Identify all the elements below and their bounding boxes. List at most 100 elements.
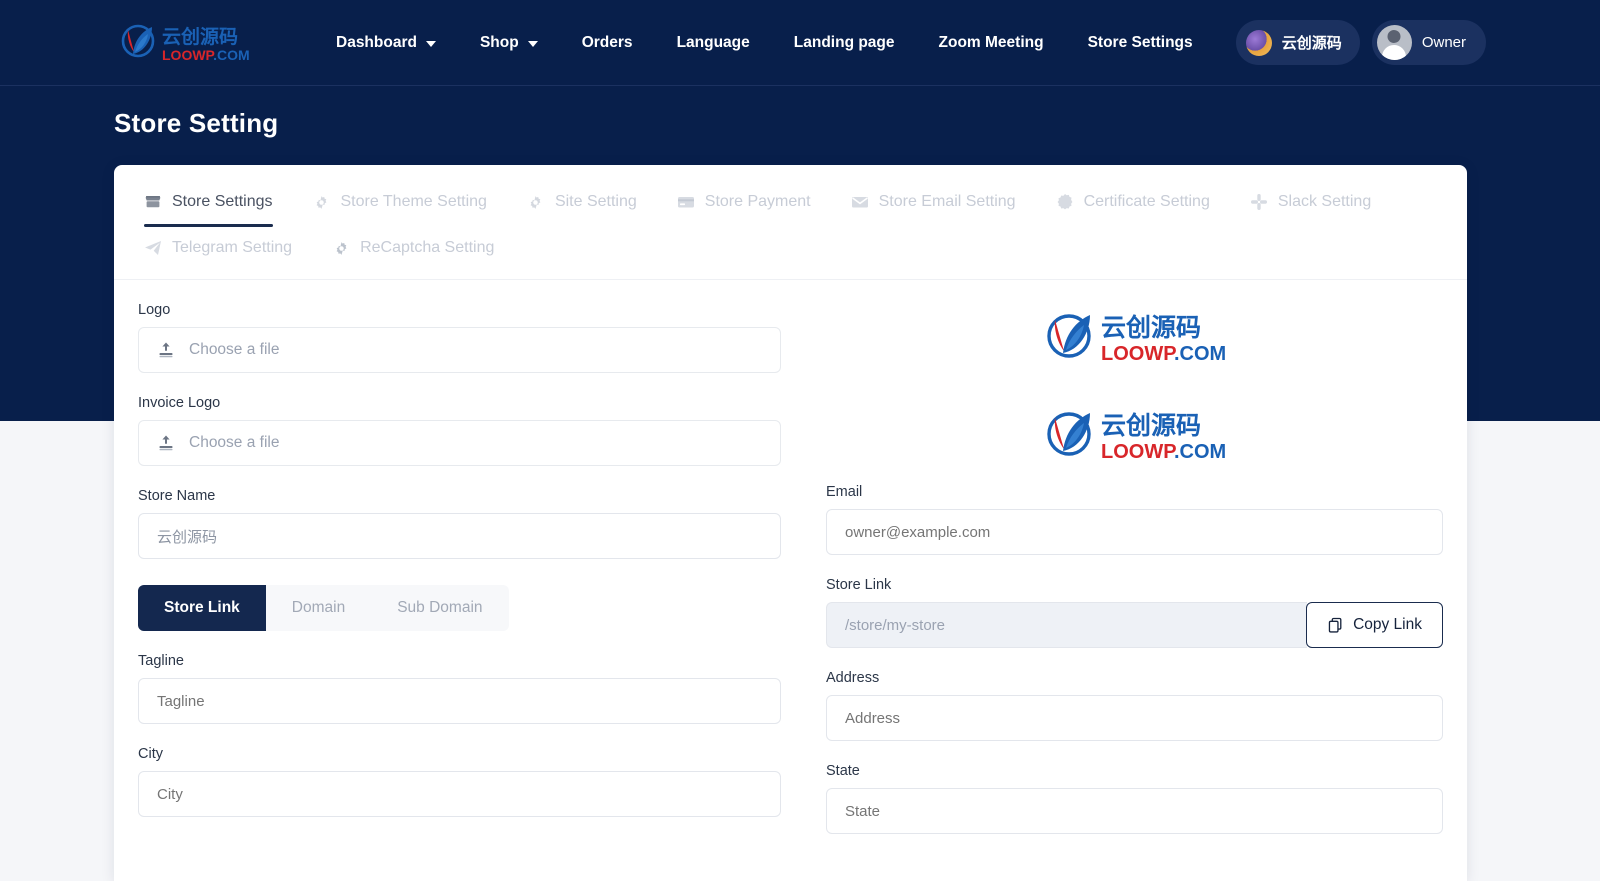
user-menu-label: Owner [1421,34,1466,51]
copy-icon [1328,617,1342,633]
card-icon [677,193,695,211]
svg-text:LOOWP.COM: LOOWP.COM [1101,441,1226,463]
tab-label: ReCaptcha Setting [360,239,495,256]
logo-file-placeholder: Choose a file [189,341,280,358]
svg-text:云创源码: 云创源码 [1101,313,1201,342]
state-input[interactable] [826,788,1443,834]
settings-card: Store Settings Store Theme Setting Site … [114,165,1467,881]
tab-slack-setting[interactable]: Slack Setting [1236,181,1385,227]
tabs-row-1: Store Settings Store Theme Setting Site … [114,181,1467,227]
address-input[interactable] [826,695,1443,741]
navbar-right-group: 云创源码 Owner [1235,20,1486,65]
gear-icon [313,193,331,211]
tab-store-theme-setting[interactable]: Store Theme Setting [299,181,501,227]
nav-item-orders[interactable]: Orders [560,0,655,86]
store-name-input[interactable]: 云创源码 [138,513,781,559]
tab-store-payment[interactable]: Store Payment [663,181,825,227]
tab-site-setting[interactable]: Site Setting [513,181,651,227]
tagline-input[interactable] [138,678,781,724]
store-link-input[interactable]: /store/my-store [826,602,1308,648]
tagline-label: Tagline [138,653,184,669]
segment-sub-domain[interactable]: Sub Domain [371,585,508,631]
field-store-name: Store Name 云创源码 [138,488,781,559]
tab-store-settings[interactable]: Store Settings [130,181,287,227]
nav-item-dashboard[interactable]: Dashboard [336,0,458,86]
tab-label: Slack Setting [1277,193,1372,210]
gear-icon [527,193,545,211]
upload-icon [159,435,173,451]
store-switcher-button[interactable]: 云创源码 [1235,20,1360,65]
leaf-logo-icon: 云创源码 LOOWP.COM [121,24,250,63]
tab-label: Site Setting [554,193,637,210]
logo-preview: 云创源码 LOOWP.COM [826,308,1443,370]
email-input[interactable] [826,509,1443,555]
nav-item-label: Dashboard [336,34,417,51]
store-link-row: /store/my-store Copy Link [826,602,1443,648]
nav-item-landing-page[interactable]: Landing page [772,0,917,86]
nav-item-label: Zoom Meeting [938,34,1044,51]
store-thumb-icon [1245,29,1272,56]
tabs-row-2: Telegram Setting ReCaptcha Setting [114,227,1467,279]
field-state: State [826,763,1443,834]
copy-link-label: Copy Link [1353,616,1422,633]
state-label: State [826,763,860,779]
tab-label: Store Theme Setting [340,193,487,210]
svg-text:云创源码: 云创源码 [162,25,238,48]
tab-label: Store Email Setting [878,193,1016,210]
invoice-logo-file-placeholder: Choose a file [189,434,280,451]
store-settings-form: Logo Choose a file Invoice Logo Choose a… [114,280,1467,856]
store-link-value: /store/my-store [845,616,946,634]
chevron-down-icon [527,41,538,47]
tab-label: Certificate Setting [1083,193,1210,210]
invoice-logo-label: Invoice Logo [138,395,221,411]
tab-store-email-setting[interactable]: Store Email Setting [837,181,1030,227]
nav-item-store-settings[interactable]: Store Settings [1066,0,1215,86]
nav-item-label: Store Settings [1087,34,1193,51]
segment-store-link[interactable]: Store Link [138,585,266,631]
primary-nav: Dashboard Shop Orders Language Landing p… [336,0,1215,86]
tab-recaptcha-setting[interactable]: ReCaptcha Setting [318,227,508,273]
field-tagline: Tagline [138,653,781,724]
nav-item-label: Shop [479,34,519,51]
logo-label: Logo [138,302,171,318]
nav-item-label: Landing page [793,34,895,51]
tab-label: Store Settings [172,193,273,210]
nav-item-zoom-meeting[interactable]: Zoom Meeting [917,0,1066,86]
store-name-label: Store Name [138,488,216,504]
slack-icon [1250,193,1268,211]
field-city: City [138,746,781,817]
form-right-column: 云创源码 LOOWP.COM 云创源码 LOOWP.COM Email owne… [804,302,1443,856]
nav-item-language[interactable]: Language [655,0,772,86]
email-label: Email [826,484,863,500]
store-link-label: Store Link [826,577,892,593]
user-menu-button[interactable]: Owner [1371,20,1486,65]
store-icon [144,193,162,211]
brand-logo[interactable]: 云创源码 LOOWP.COM [114,20,264,66]
field-store-link: Store Link /store/my-store Copy Link [826,577,1443,648]
field-email: Email [826,484,1443,555]
settings-tabs: Store Settings Store Theme Setting Site … [114,165,1467,280]
tab-label: Store Payment [704,193,811,210]
upload-icon [159,342,173,358]
nav-item-label: Language [676,34,750,51]
field-logo: Logo Choose a file [138,302,781,373]
tab-certificate-setting[interactable]: Certificate Setting [1042,181,1224,227]
leaf-logo-icon: 云创源码 LOOWP.COM [1046,313,1226,365]
nav-item-label: Orders [581,34,633,51]
link-type-segmented-control: Store Link Domain Sub Domain [138,585,509,631]
tab-telegram-setting[interactable]: Telegram Setting [130,227,306,273]
copy-link-button[interactable]: Copy Link [1306,602,1443,648]
store-switcher-label: 云创源码 [1281,35,1342,52]
city-input[interactable] [138,771,781,817]
invoice-logo-file-input[interactable]: Choose a file [138,420,781,466]
field-invoice-logo: Invoice Logo Choose a file [138,395,781,466]
gear-icon [332,239,350,257]
tab-label: Telegram Setting [172,239,293,256]
nav-item-shop[interactable]: Shop [458,0,560,86]
app-root: 云创源码 LOOWP.COM Dashboard Shop Orders Lan… [0,0,1600,881]
envelope-icon [851,193,869,211]
logo-file-input[interactable]: Choose a file [138,327,781,373]
store-name-value: 云创源码 [157,528,218,546]
page-title: Store Setting [114,108,279,138]
segment-domain[interactable]: Domain [266,585,371,631]
